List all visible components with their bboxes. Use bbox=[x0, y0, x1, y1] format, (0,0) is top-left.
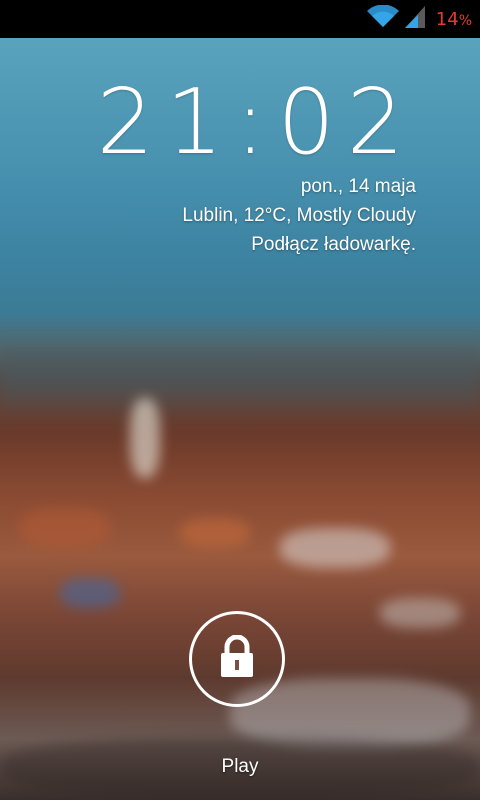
cell-signal-icon bbox=[404, 5, 426, 33]
padlock-icon bbox=[218, 634, 256, 683]
date-text: pon., 14 maja bbox=[300, 176, 416, 197]
play-target-label[interactable]: Play bbox=[0, 756, 480, 778]
lock-screen: 14% 21:02 pon., 14 maja Lublin, 12°C, Mo… bbox=[0, 0, 480, 800]
wifi-icon bbox=[366, 4, 400, 33]
status-icons: 14% bbox=[366, 4, 472, 34]
clock: 21:02 bbox=[96, 70, 416, 175]
battery-level: 14% bbox=[435, 8, 472, 30]
weather-text: Lublin, 12°C, Mostly Cloudy bbox=[182, 205, 416, 226]
charging-text: Podłącz ładowarkę. bbox=[251, 234, 416, 255]
lockscreen-info: pon., 14 maja Lublin, 12°C, Mostly Cloud… bbox=[182, 172, 416, 259]
status-bar: 14% bbox=[0, 0, 480, 38]
unlock-handle[interactable] bbox=[189, 611, 285, 707]
